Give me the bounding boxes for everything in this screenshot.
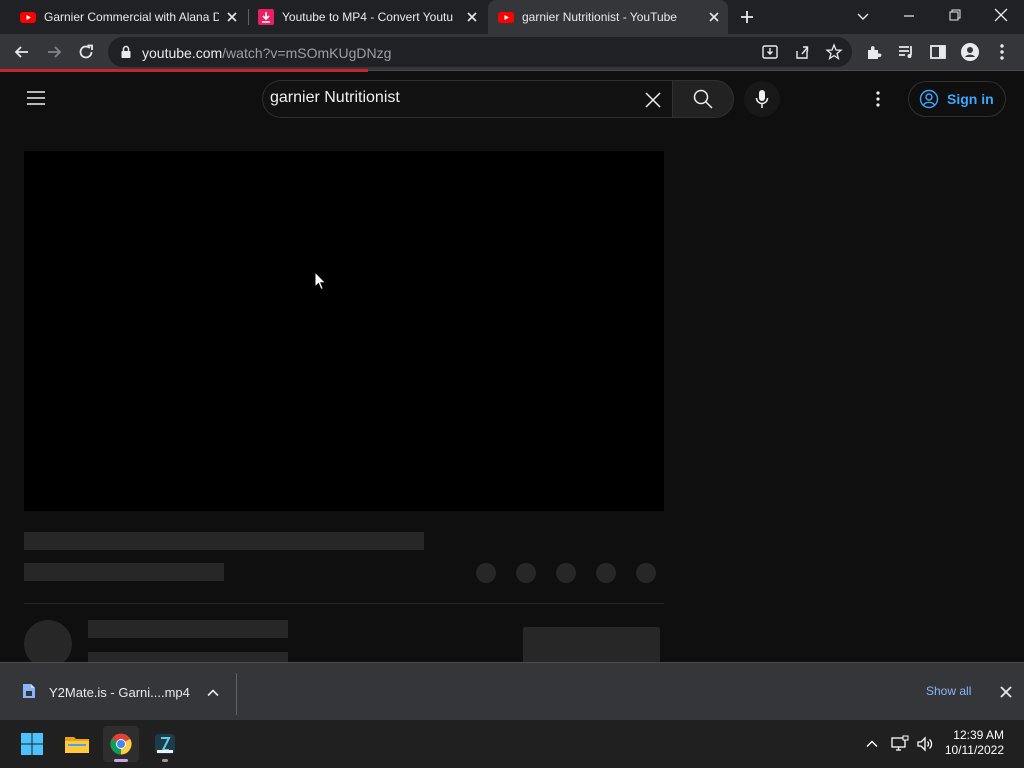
clock-date: 10/11/2022 (944, 743, 1004, 757)
chrome-menu-icon[interactable] (992, 42, 1012, 62)
divider (24, 603, 664, 604)
app-taskbar-button[interactable] (147, 726, 183, 762)
media-control-icon[interactable] (896, 42, 916, 62)
tab-title: Garnier Commercial with Alana D (44, 10, 219, 24)
subscribe-skeleton (523, 627, 660, 667)
download-icon (258, 9, 274, 25)
hamburger-menu-icon[interactable] (26, 90, 46, 106)
tab-title: garnier Nutritionist - YouTube (522, 10, 677, 24)
toolbar-divider (368, 70, 1024, 71)
title-skeleton (24, 532, 424, 550)
shelf-divider (236, 673, 237, 715)
meta-skeleton (24, 563, 224, 581)
new-tab-icon[interactable] (739, 9, 755, 25)
address-bar[interactable]: youtube.com/watch?v=mSOmKUgDNzg (108, 37, 852, 67)
browser-toolbar: youtube.com/watch?v=mSOmKUgDNzg (0, 34, 1024, 70)
restore-icon[interactable] (948, 8, 962, 22)
tab-garnier-nutritionist[interactable]: garnier Nutritionist - YouTube (488, 0, 728, 34)
side-panel-icon[interactable] (928, 42, 948, 62)
action-skeleton (556, 563, 576, 583)
chrome-icon (110, 733, 132, 755)
chevron-up-icon[interactable] (206, 686, 220, 700)
url-host: youtube.com (142, 45, 223, 61)
network-icon[interactable] (891, 735, 909, 753)
chrome-taskbar-button[interactable] (103, 726, 139, 762)
close-tab-icon[interactable] (464, 9, 480, 25)
bookmark-star-icon[interactable] (825, 43, 843, 61)
sign-in-button[interactable]: Sign in (908, 81, 1006, 117)
file-icon (23, 684, 35, 698)
forward-icon[interactable] (44, 42, 64, 62)
install-app-icon[interactable] (761, 43, 779, 61)
minimize-icon[interactable] (902, 9, 916, 23)
lock-icon[interactable] (120, 45, 132, 59)
url-text: youtube.com/watch?v=mSOmKUgDNzg (142, 45, 391, 61)
action-skeleton (596, 563, 616, 583)
extensions-icon[interactable] (864, 42, 884, 62)
share-icon[interactable] (793, 43, 811, 61)
youtube-masthead: Sign in (0, 72, 1024, 126)
running-app-indicator (162, 759, 168, 762)
reload-icon[interactable] (76, 42, 96, 62)
tab-search-icon[interactable] (856, 9, 870, 23)
search-icon (693, 89, 713, 109)
clock-time: 12:39 AM (953, 728, 1004, 742)
show-hidden-icons-icon[interactable] (865, 737, 879, 751)
action-skeleton (636, 563, 656, 583)
microphone-icon (755, 90, 769, 108)
volume-icon[interactable] (916, 735, 934, 753)
close-shelf-icon[interactable] (999, 685, 1013, 699)
clear-search-icon[interactable] (644, 91, 662, 109)
tab-title: Youtube to MP4 - Convert Youtu (282, 10, 454, 24)
youtube-icon (20, 12, 36, 23)
tab-strip: Garnier Commercial with Alana D Youtube … (0, 0, 1024, 34)
tab-separator (248, 9, 249, 25)
start-icon (21, 733, 43, 755)
youtube-icon (498, 12, 514, 23)
video-player[interactable] (24, 151, 664, 511)
download-file-name: Y2Mate.is - Garni....mp4 (49, 685, 190, 700)
search-input[interactable] (270, 89, 630, 107)
search-box[interactable] (262, 80, 672, 118)
tab-youtube-to-mp4[interactable]: Youtube to MP4 - Convert Youtu (250, 0, 486, 34)
settings-menu-icon[interactable] (868, 89, 888, 109)
close-window-icon[interactable] (993, 7, 1009, 23)
tab-garnier-commercial[interactable]: Garnier Commercial with Alana D (10, 0, 246, 34)
download-shelf: Y2Mate.is - Garni....mp4 Show all (0, 662, 1024, 720)
account-icon (919, 89, 939, 109)
close-tab-icon[interactable] (224, 9, 240, 25)
url-path: /watch?v=mSOmKUgDNzg (222, 45, 392, 61)
back-icon[interactable] (12, 42, 32, 62)
active-app-indicator (114, 759, 128, 762)
mouse-cursor-icon (314, 271, 326, 291)
search-button[interactable] (672, 80, 734, 118)
file-explorer-button[interactable] (59, 726, 95, 762)
close-tab-icon[interactable] (706, 9, 722, 25)
action-skeleton (476, 563, 496, 583)
voice-search-button[interactable] (744, 81, 780, 117)
clock[interactable]: 12:39 AM 10/11/2022 (945, 728, 1004, 758)
sign-in-label: Sign in (947, 91, 994, 107)
action-skeleton (516, 563, 536, 583)
app-icon (155, 734, 175, 754)
download-item[interactable]: Y2Mate.is - Garni....mp4 (0, 663, 236, 721)
file-explorer-icon (65, 737, 89, 753)
taskbar: 12:39 AM 10/11/2022 (0, 720, 1024, 768)
channel-name-skeleton (88, 620, 288, 638)
profile-icon[interactable] (960, 42, 980, 62)
start-button[interactable] (14, 726, 50, 762)
channel-avatar-skeleton (24, 620, 72, 668)
show-all-downloads-button[interactable]: Show all (926, 684, 971, 698)
